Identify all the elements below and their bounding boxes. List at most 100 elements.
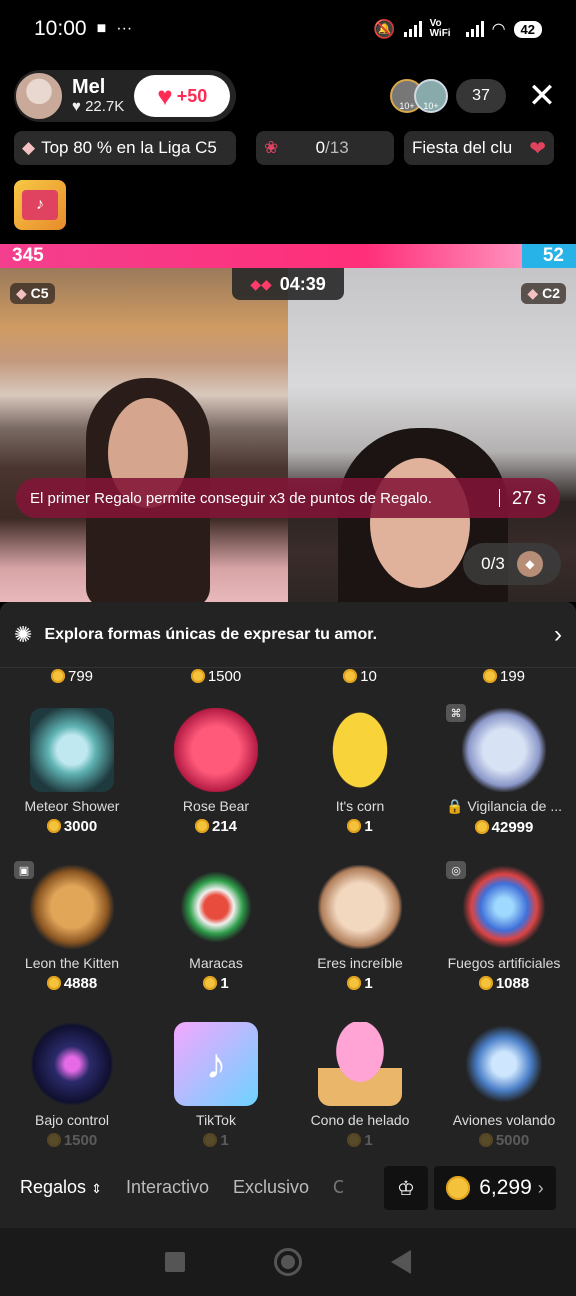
club-party-chip[interactable]: Fiesta del clu ❤ [404, 131, 554, 165]
video-badge-icon: ▣ [14, 861, 34, 879]
explore-row[interactable]: ✺ Explora formas únicas de expresar tu a… [0, 602, 576, 668]
status-bar: 10:00 ■ ··· 🔕 Vo WiFi ◠ 42 [0, 0, 576, 58]
guardian-icon [462, 708, 546, 792]
coin-icon [478, 976, 493, 990]
divider [498, 489, 500, 507]
chevron-right-icon: › [554, 620, 562, 648]
lion-kitten-icon [30, 865, 114, 949]
gift-name: Aviones volando [452, 1112, 556, 1128]
gift-panel: ✺ Explora formas únicas de expresar tu a… [0, 602, 576, 1228]
like-button-label: +50 [176, 85, 208, 106]
gift-item[interactable]: Eres increíble 1 [288, 859, 432, 1016]
lock-icon: 🔒 [445, 798, 464, 814]
gift-item[interactable]: Maracas 1 [144, 859, 288, 1016]
diamond-icon: ◆ [527, 285, 539, 301]
overflow-dots: ··· [116, 20, 133, 37]
tiktok-logo-icon: ♪ [22, 190, 58, 220]
tab-regalos[interactable]: Regalos ⇕ [20, 1177, 102, 1198]
coin-icon [347, 819, 362, 833]
signal-icon [403, 21, 422, 37]
cat-thumbs-up-icon [318, 865, 402, 949]
gift-name: Fuegos artificiales [447, 955, 561, 971]
treasure-chest-icon[interactable]: ♪ [14, 180, 66, 230]
gift-price: 1 [288, 975, 432, 992]
gift-price: 3000 [0, 818, 144, 835]
vinyl-record-icon [30, 1022, 114, 1106]
explore-text: Explora formas únicas de expresar tu amo… [44, 625, 378, 643]
host-likes: ♥ 22.7K [72, 98, 124, 116]
gift-name: Rose Bear [182, 798, 250, 814]
recents-icon[interactable] [164, 1252, 185, 1272]
tab-exclusivo[interactable]: Exclusivo [233, 1177, 309, 1198]
viewers[interactable]: 10+ 10+ 37 ✕ [390, 76, 562, 116]
tab-interactivo[interactable]: Interactivo [126, 1177, 209, 1198]
roses-total: /13 [325, 138, 349, 157]
viewer-count[interactable]: 37 [456, 79, 506, 113]
tab-regalos-label: Regalos [20, 1176, 87, 1197]
tab-more[interactable]: C [333, 1177, 343, 1198]
gift-goal-pill[interactable]: 0/3 ◆ [463, 543, 561, 585]
like-button[interactable]: ♥ +50 [134, 75, 231, 117]
left-tier-badge: ◆ C5 [10, 283, 55, 304]
bonus-countdown: 27 s [511, 487, 546, 508]
gift-price: 214 [144, 818, 288, 835]
top-viewer-badge: 10+ [423, 101, 439, 111]
back-icon[interactable] [391, 1250, 412, 1274]
coin-icon [194, 819, 209, 833]
coin-icon [190, 669, 205, 683]
gift-price: 42999 [432, 819, 576, 836]
gift-name: Cono de helado [310, 1112, 410, 1128]
gift-goal-count: 0/3 [481, 554, 505, 573]
host-row: Mel ♥ 22.7K ♥ +50 10+ 10+ 37 ✕ [14, 70, 562, 122]
home-icon[interactable] [273, 1248, 302, 1276]
league-chip[interactable]: ◆ Top 80 % en la Liga C5 [14, 131, 236, 165]
gift-price: 1088 [432, 975, 576, 992]
battle-icon: ◆◆ [250, 275, 272, 292]
gift-grid: Meteor Shower 3000 Rose Bear 214 It's co… [0, 702, 576, 1173]
meteor-shower-icon [30, 708, 114, 792]
previous-row-prices: 799 1500 10 199 [0, 668, 576, 688]
coin-icon [46, 819, 61, 833]
coin-icon [347, 1133, 362, 1147]
sort-icon: ⇕ [91, 1180, 102, 1196]
coin-balance-button[interactable]: 6,299 › [434, 1166, 556, 1210]
gift-item[interactable]: ⌘ 🔒 Vigilancia de ... 42999 [432, 702, 576, 859]
battle-score-bar: 345 52 [0, 244, 576, 268]
club-party-text: Fiesta del clu [412, 138, 513, 157]
host-name: Mel [72, 76, 106, 98]
coin-icon [203, 976, 218, 990]
crown-icon[interactable]: ♔ [384, 1166, 428, 1210]
roses-count: 0 [315, 138, 326, 157]
gift-item[interactable]: It's corn 1 [288, 702, 432, 859]
roses-chip[interactable]: ❀ 0/13 [256, 131, 394, 165]
gift-price: 1 [288, 818, 432, 835]
gift-name: Maracas [189, 955, 243, 971]
gift-item[interactable]: ◎ Fuegos artificiales 1088 [432, 859, 576, 1016]
close-icon[interactable]: ✕ [522, 76, 562, 116]
gift-name: Meteor Shower [24, 798, 120, 814]
coin-icon [46, 976, 61, 990]
coin-balance: 6,299 [479, 1176, 532, 1199]
rose-icon: ❀ [264, 138, 279, 157]
heart-icon: ♥ [157, 80, 173, 111]
right-tier-badge: ◆ C2 [521, 283, 566, 304]
gift-item[interactable]: Meteor Shower 3000 [0, 702, 144, 859]
heart-small-icon: ♥ [72, 98, 81, 115]
top-viewer-avatar[interactable]: 10+ [414, 79, 448, 113]
gift-goal-icon: ◆ [516, 551, 543, 577]
signal-icon-2 [465, 21, 484, 37]
gift-price: 199 [432, 668, 576, 688]
host-pill[interactable]: Mel ♥ 22.7K ♥ +50 [14, 70, 237, 122]
battery-icon: 42 [513, 20, 542, 38]
gift-item[interactable]: ▣ Leon the Kitten 4888 [0, 859, 144, 1016]
left-stream-video[interactable]: ◆ C5 [0, 268, 288, 602]
host-avatar[interactable] [14, 71, 64, 121]
top-viewer-badge: 10+ [399, 101, 415, 111]
coin-icon [46, 1133, 61, 1147]
gift-price: 4888 [0, 975, 144, 992]
gift-name: Leon the Kitten [24, 955, 120, 971]
mute-icon: 🔕 [373, 18, 396, 39]
info-row: ◆ Top 80 % en la Liga C5 ❀ 0/13 Fiesta d… [14, 131, 562, 165]
gift-item[interactable]: Rose Bear 214 [144, 702, 288, 859]
coin-icon [478, 1133, 493, 1147]
